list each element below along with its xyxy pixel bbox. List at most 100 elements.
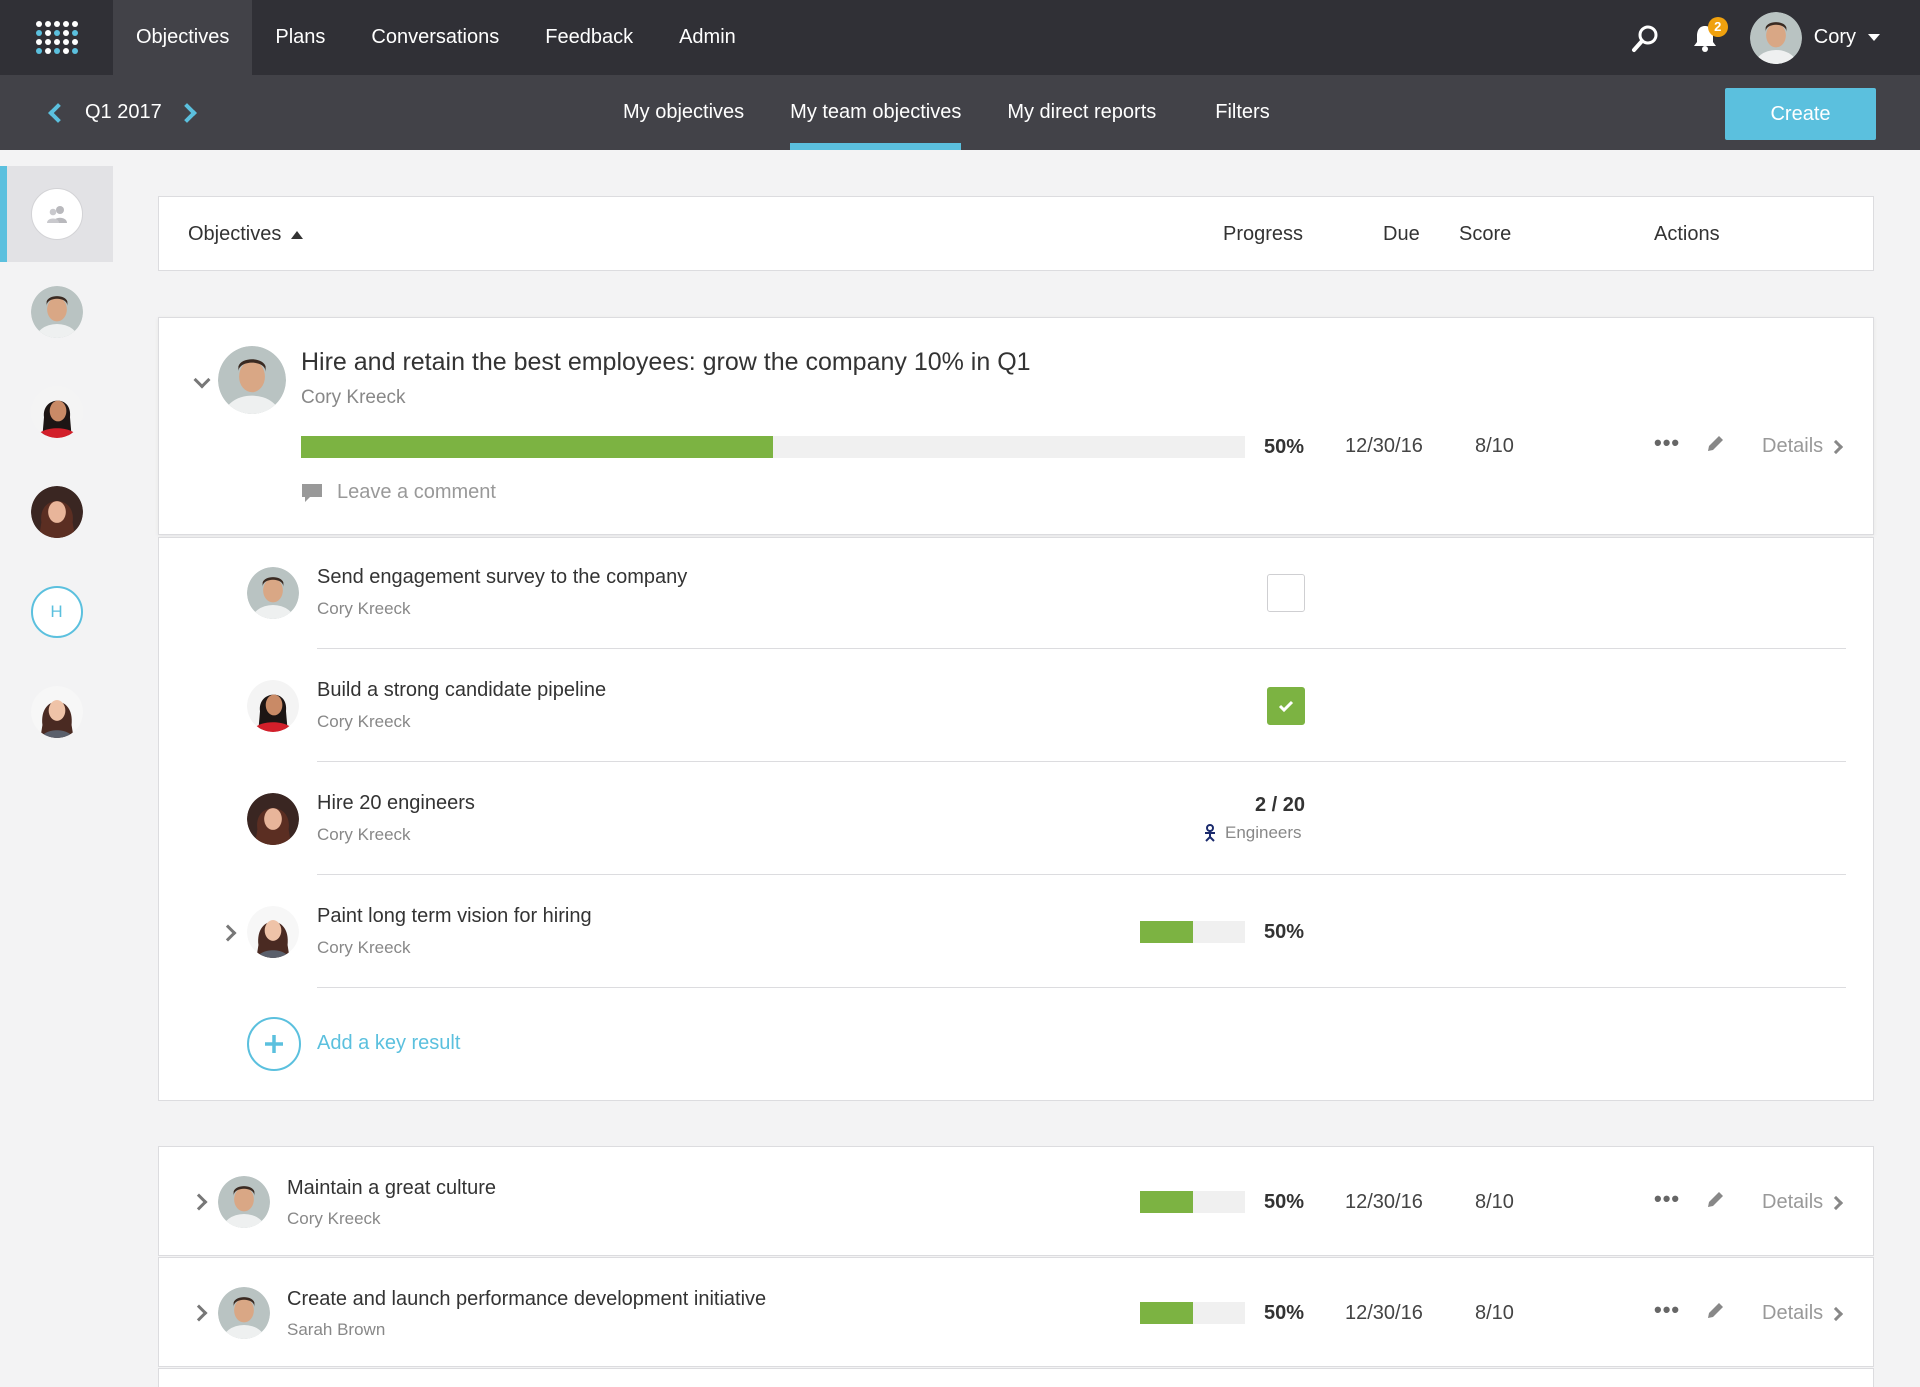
objective-owner: Cory Kreeck — [301, 387, 406, 408]
key-result-unit: Engineers — [1203, 823, 1302, 843]
rail-member-h[interactable]: H — [0, 562, 113, 662]
expand-chevron-icon[interactable] — [190, 1193, 208, 1211]
objective-progress-bar — [1140, 1191, 1245, 1213]
nav-conversations[interactable]: Conversations — [348, 0, 522, 75]
objective-title[interactable]: Maintain a great culture — [287, 1177, 496, 1200]
user-name: Cory — [1813, 26, 1856, 48]
nav-admin[interactable]: Admin — [656, 0, 759, 75]
nav-feedback[interactable]: Feedback — [522, 0, 656, 75]
tab-my-team-objectives[interactable]: My team objectives — [790, 75, 962, 150]
search-icon[interactable] — [1630, 23, 1660, 53]
details-link[interactable]: Details — [1762, 1191, 1844, 1214]
key-result-title[interactable]: Send engagement survey to the company — [317, 566, 687, 589]
key-results-panel: Send engagement survey to the company Co… — [158, 537, 1874, 1101]
app-launcher-icon[interactable] — [0, 0, 113, 75]
details-link[interactable]: Details — [1762, 1302, 1844, 1325]
rail-member-3[interactable] — [0, 462, 113, 562]
nav-objectives[interactable]: Objectives — [113, 0, 253, 75]
rail-team-all[interactable] — [0, 166, 113, 262]
objective-score: 8/10 — [1475, 1191, 1514, 1213]
rail-member-1[interactable] — [0, 262, 113, 362]
tab-my-direct-reports[interactable]: My direct reports — [1007, 75, 1156, 150]
avatar — [30, 486, 83, 538]
objective-title[interactable]: Create and launch performance developmen… — [287, 1288, 766, 1311]
objectives-table-header: Objectives Progress Due Score Actions — [158, 196, 1874, 271]
key-result-count: 2 / 20 — [1254, 794, 1305, 816]
objective-progress-bar — [1140, 1302, 1245, 1324]
quarter-label: Q1 2017 — [85, 101, 162, 123]
quarter-selector: Q1 2017 — [45, 75, 197, 150]
objective-owner: Cory Kreeck — [287, 1209, 381, 1228]
collapse-chevron-icon[interactable] — [193, 371, 211, 389]
objective-due-date: 12/30/16 — [1345, 435, 1423, 457]
objective-due-date: 12/30/16 — [1345, 1191, 1423, 1213]
details-link[interactable]: Details — [1762, 435, 1844, 458]
add-key-result-link[interactable]: Add a key result — [317, 1032, 460, 1055]
more-actions-icon[interactable]: ••• — [1654, 1297, 1680, 1323]
team-member-rail: H — [0, 150, 113, 762]
key-result-progress-percent: 50% — [1264, 921, 1305, 943]
leave-comment-link[interactable]: Leave a comment — [301, 481, 496, 504]
member-initial-avatar: H — [30, 586, 83, 638]
key-result-title[interactable]: Hire 20 engineers — [317, 792, 475, 815]
top-navigation-bar: Objectives Plans Conversations Feedback … — [0, 0, 1920, 75]
details-label: Details — [1762, 1191, 1824, 1213]
person-icon — [1205, 824, 1215, 842]
top-right-controls: 2 Cory — [1630, 0, 1920, 75]
objective-owner: Sarah Brown — [287, 1320, 386, 1339]
key-result-title[interactable]: Build a strong candidate pipeline — [317, 679, 606, 702]
notification-count-badge: 2 — [1707, 16, 1728, 37]
objective-progress-percent: 50% — [1264, 436, 1305, 458]
objectives-column-header[interactable]: Objectives — [188, 197, 304, 272]
comment-icon — [302, 483, 322, 502]
create-button[interactable]: Create — [1725, 88, 1876, 140]
objective-progress-percent: 50% — [1264, 1191, 1305, 1213]
objective-progress-percent: 50% — [1264, 1302, 1305, 1324]
chevron-down-icon — [1868, 34, 1880, 41]
edit-pencil-icon[interactable] — [1705, 434, 1725, 459]
expand-chevron-icon[interactable] — [190, 1304, 208, 1322]
checkmark-icon — [1278, 700, 1294, 713]
key-result-owner-avatar — [247, 906, 299, 958]
more-actions-icon[interactable]: ••• — [1654, 430, 1680, 456]
team-icon — [30, 188, 83, 240]
next-quarter-icon[interactable] — [176, 102, 197, 123]
more-actions-icon[interactable]: ••• — [1654, 1186, 1680, 1212]
user-menu[interactable]: Cory — [1749, 11, 1880, 64]
objective-card-expanded: Hire and retain the best employees: grow… — [158, 317, 1874, 535]
avatar — [30, 386, 83, 438]
chevron-right-icon — [1829, 1306, 1844, 1321]
progress-bar-fill — [301, 436, 773, 458]
edit-pencil-icon[interactable] — [1705, 1190, 1725, 1215]
objective-owner-avatar — [218, 1287, 270, 1339]
add-key-result-button[interactable] — [247, 1017, 301, 1071]
chevron-right-icon — [1829, 439, 1844, 454]
progress-column-header: Progress — [1223, 223, 1304, 245]
unit-label: Engineers — [1225, 823, 1302, 842]
rail-member-5[interactable] — [0, 662, 113, 762]
key-result-checkbox-checked[interactable] — [1267, 687, 1305, 725]
nav-plans[interactable]: Plans — [252, 0, 348, 75]
notifications-bell-icon[interactable]: 2 — [1690, 16, 1728, 53]
rail-member-2[interactable] — [0, 362, 113, 462]
objective-score: 8/10 — [1475, 1302, 1514, 1324]
key-result-progress-bar — [1140, 921, 1245, 943]
objective-owner-avatar — [218, 1176, 270, 1228]
user-avatar — [1749, 11, 1802, 64]
progress-bar-fill — [1140, 1191, 1193, 1213]
objectives-header-label: Objectives — [188, 223, 282, 245]
tab-my-objectives[interactable]: My objectives — [623, 75, 744, 150]
objective-owner-avatar — [218, 346, 286, 414]
tab-filters[interactable]: Filters — [1215, 75, 1269, 150]
objective-due-date: 12/30/16 — [1345, 1302, 1423, 1324]
objective-title[interactable]: Hire and retain the best employees: grow… — [301, 348, 1031, 377]
row-divider — [317, 761, 1846, 762]
edit-pencil-icon[interactable] — [1705, 1301, 1725, 1326]
key-result-title[interactable]: Paint long term vision for hiring — [317, 905, 592, 928]
expand-chevron-icon[interactable] — [219, 924, 237, 942]
previous-quarter-icon[interactable] — [48, 102, 68, 123]
details-label: Details — [1762, 1302, 1824, 1324]
key-result-checkbox[interactable] — [1267, 574, 1305, 612]
key-result-owner-avatar — [247, 567, 299, 619]
row-divider — [317, 987, 1846, 988]
